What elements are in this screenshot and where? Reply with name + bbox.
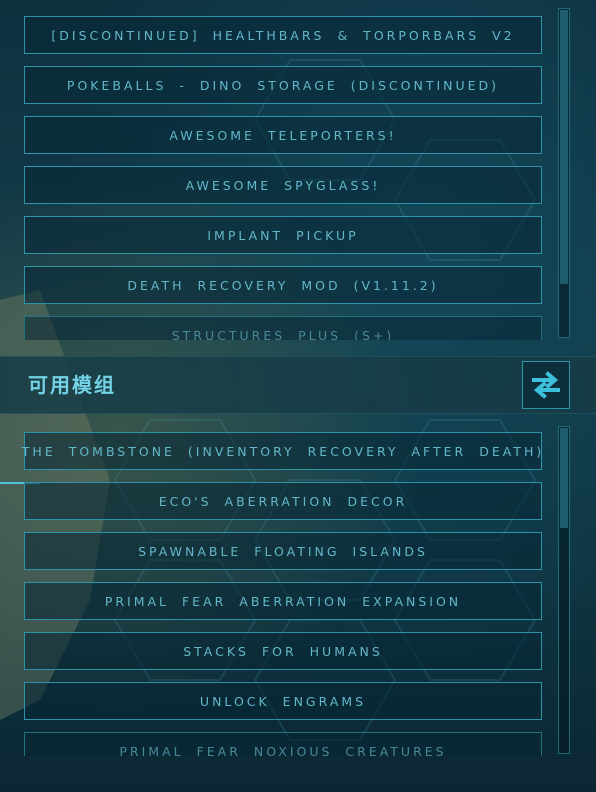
- active-mod-row[interactable]: POKEBALLS - DINO STORAGE (DISCONTINUED): [24, 66, 542, 104]
- available-mod-row[interactable]: ECO'S ABERRATION DECOR: [24, 482, 542, 520]
- available-mod-row[interactable]: PRIMAL FEAR NOXIOUS CREATURES: [24, 732, 542, 756]
- available-mod-row[interactable]: THE TOMBSTONE (INVENTORY RECOVERY AFTER …: [22, 432, 542, 470]
- available-mods-panel: THE TOMBSTONE (INVENTORY RECOVERY AFTER …: [0, 424, 596, 756]
- available-mod-row[interactable]: PRIMAL FEAR ABERRATION EXPANSION: [24, 582, 542, 620]
- active-mod-row[interactable]: IMPLANT PICKUP: [24, 216, 542, 254]
- swap-button[interactable]: [522, 361, 570, 409]
- active-mod-row[interactable]: STRUCTURES PLUS (S+): [24, 316, 542, 340]
- active-mod-row[interactable]: AWESOME SPYGLASS!: [24, 166, 542, 204]
- active-mod-row[interactable]: AWESOME TELEPORTERS!: [24, 116, 542, 154]
- active-mods-scrollbar[interactable]: [558, 8, 570, 338]
- active-mods-scroll-thumb[interactable]: [560, 10, 568, 284]
- swap-arrows-icon: [532, 371, 560, 399]
- available-mod-row[interactable]: STACKS FOR HUMANS: [24, 632, 542, 670]
- available-mods-scrollbar[interactable]: [558, 426, 570, 754]
- available-mods-title: 可用模组: [28, 373, 116, 397]
- available-mods-header: 可用模组: [0, 356, 596, 414]
- active-mods-panel: [DISCONTINUED] HEALTHBARS & TORPORBARS V…: [0, 0, 596, 340]
- active-mod-row[interactable]: DEATH RECOVERY MOD (V1.11.2): [24, 266, 542, 304]
- available-mods-scroll-thumb[interactable]: [560, 428, 568, 528]
- available-mod-row[interactable]: UNLOCK ENGRAMS: [24, 682, 542, 720]
- available-mod-row[interactable]: SPAWNABLE FLOATING ISLANDS: [24, 532, 542, 570]
- active-mod-row[interactable]: [DISCONTINUED] HEALTHBARS & TORPORBARS V…: [24, 16, 542, 54]
